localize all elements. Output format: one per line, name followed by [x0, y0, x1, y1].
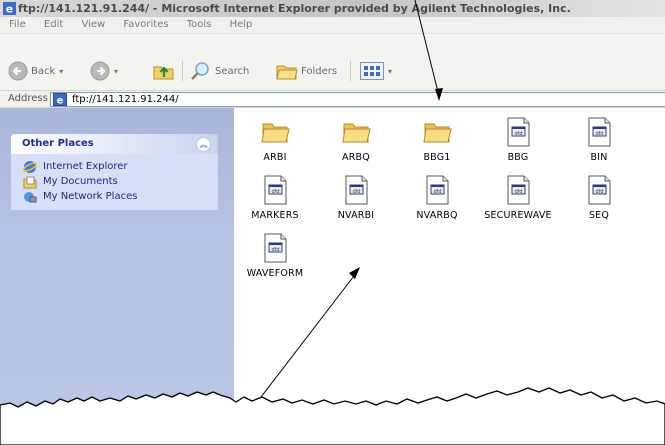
annotation-arrowhead — [435, 88, 443, 101]
annotation-arrow — [414, 0, 440, 97]
annotation-arrowhead — [349, 267, 360, 279]
torn-edge — [0, 387, 665, 445]
annotation-overlay — [0, 0, 665, 445]
